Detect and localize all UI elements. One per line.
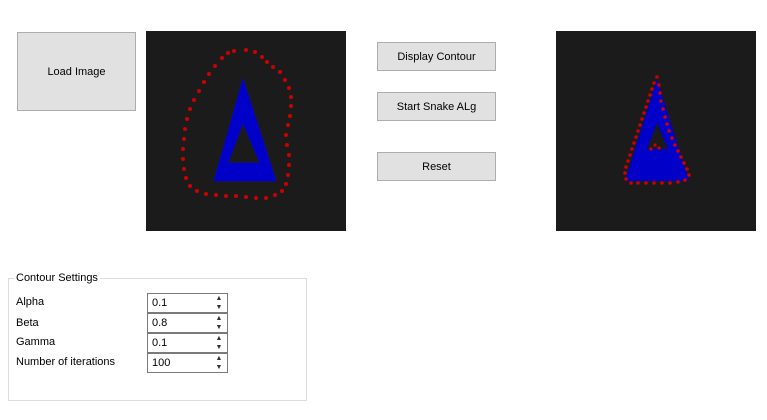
alpha-value: 0.1 [152, 297, 168, 309]
display-contour-button[interactable]: Display Contour [377, 42, 496, 71]
chevron-down-icon[interactable]: ▼ [211, 343, 227, 352]
contour-settings-title: Contour Settings [14, 272, 100, 285]
chevron-up-icon[interactable]: ▲ [211, 294, 227, 303]
beta-value: 0.8 [152, 317, 168, 329]
chevron-up-icon[interactable]: ▲ [211, 354, 227, 363]
alpha-label: Alpha [16, 296, 45, 308]
chevron-down-icon[interactable]: ▼ [211, 363, 227, 372]
gamma-value: 0.1 [152, 337, 168, 349]
contour-settings-group: Contour Settings Alpha 0.1 ▲ ▼ Beta 0.8 … [8, 272, 307, 401]
start-snake-button[interactable]: Start Snake ALg [377, 92, 496, 121]
output-image-canvas [556, 31, 756, 231]
chevron-up-icon[interactable]: ▲ [211, 314, 227, 323]
gamma-spinbox[interactable]: 0.1 ▲ ▼ [147, 333, 228, 353]
beta-label: Beta [16, 317, 39, 329]
output-triangle-shape [625, 79, 689, 181]
load-image-button[interactable]: Load Image [17, 32, 136, 111]
input-triangle-shape [213, 77, 277, 182]
iterations-value: 100 [152, 357, 171, 369]
gamma-label: Gamma [16, 336, 56, 348]
iterations-spinbox[interactable]: 100 ▲ ▼ [147, 353, 228, 373]
iterations-label: Number of iterations [16, 356, 116, 368]
alpha-spinbox[interactable]: 0.1 ▲ ▼ [147, 293, 228, 313]
chevron-down-icon[interactable]: ▼ [211, 323, 227, 332]
reset-button[interactable]: Reset [377, 152, 496, 181]
chevron-down-icon[interactable]: ▼ [211, 303, 227, 312]
beta-spinbox[interactable]: 0.8 ▲ ▼ [147, 313, 228, 333]
chevron-up-icon[interactable]: ▲ [211, 334, 227, 343]
input-image-canvas [146, 31, 346, 231]
